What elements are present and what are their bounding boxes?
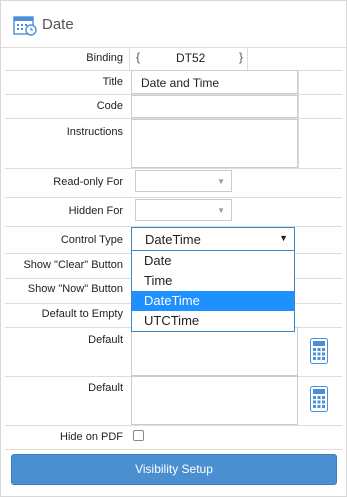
option-time[interactable]: Time [132, 271, 294, 291]
calculator-icon[interactable] [310, 338, 328, 364]
calendar-clock-icon [13, 16, 37, 36]
row-hidden-for: Hidden For ▼ [5, 197, 342, 227]
control-type-value: DateTime [145, 232, 201, 247]
title-input[interactable]: Date and Time [131, 70, 298, 94]
chevron-down-icon: ▼ [217, 177, 225, 186]
instructions-textarea[interactable] [131, 119, 298, 168]
default-2-input[interactable] [131, 376, 298, 425]
binding-value[interactable]: DT52 [176, 51, 205, 65]
visibility-setup-button[interactable]: Visibility Setup [11, 454, 337, 485]
dropdown-arrow-icon: ▼ [279, 233, 288, 243]
readonly-for-label: Read-only For [53, 176, 123, 188]
calculator-icon[interactable] [310, 386, 328, 412]
title-input-value: Date and Time [141, 76, 220, 90]
hide-on-pdf-label: Hide on PDF [60, 431, 123, 443]
code-label: Code [96, 100, 123, 112]
control-type-dropdown: Date Time DateTime UTCTime [131, 251, 295, 332]
instructions-label: Instructions [66, 126, 123, 138]
default-2-label: Default [88, 382, 123, 394]
readonly-for-select[interactable]: ▼ [135, 170, 232, 192]
binding-label: Binding [86, 52, 123, 64]
row-binding: Binding { DT52 } [5, 47, 342, 71]
row-hide-on-pdf: Hide on PDF [5, 425, 342, 450]
panel-title: Date [42, 16, 74, 33]
option-datetime[interactable]: DateTime [132, 291, 294, 311]
panel-header: Date [1, 1, 346, 48]
control-type-select[interactable]: DateTime ▼ [131, 227, 295, 251]
row-readonly-for: Read-only For ▼ [5, 168, 342, 198]
hide-on-pdf-checkbox[interactable] [133, 430, 144, 441]
code-input[interactable] [131, 95, 298, 118]
row-instructions: Instructions [5, 119, 342, 169]
title-label: Title [102, 76, 123, 88]
default-to-empty-label: Default to Empty [41, 308, 123, 320]
row-default-2: Default [5, 376, 342, 426]
show-clear-label: Show "Clear" Button [23, 259, 123, 271]
chevron-down-icon: ▼ [217, 206, 225, 215]
option-utctime[interactable]: UTCTime [132, 311, 294, 331]
control-type-label: Control Type [60, 234, 123, 246]
row-default-1: Default [5, 327, 342, 377]
default-1-label: Default [88, 334, 123, 346]
binding-open-brace: { [136, 50, 141, 64]
default-1-input[interactable] [131, 327, 298, 376]
properties-panel: Date Binding { DT52 } Title Date and Tim… [0, 0, 347, 497]
hidden-for-label: Hidden For [68, 205, 123, 217]
row-code: Code [5, 95, 342, 119]
row-title: Title Date and Time [5, 70, 342, 95]
option-date[interactable]: Date [132, 251, 294, 271]
hidden-for-select[interactable]: ▼ [135, 199, 232, 221]
binding-close-brace: } [239, 50, 244, 64]
show-now-label: Show "Now" Button [27, 283, 123, 295]
